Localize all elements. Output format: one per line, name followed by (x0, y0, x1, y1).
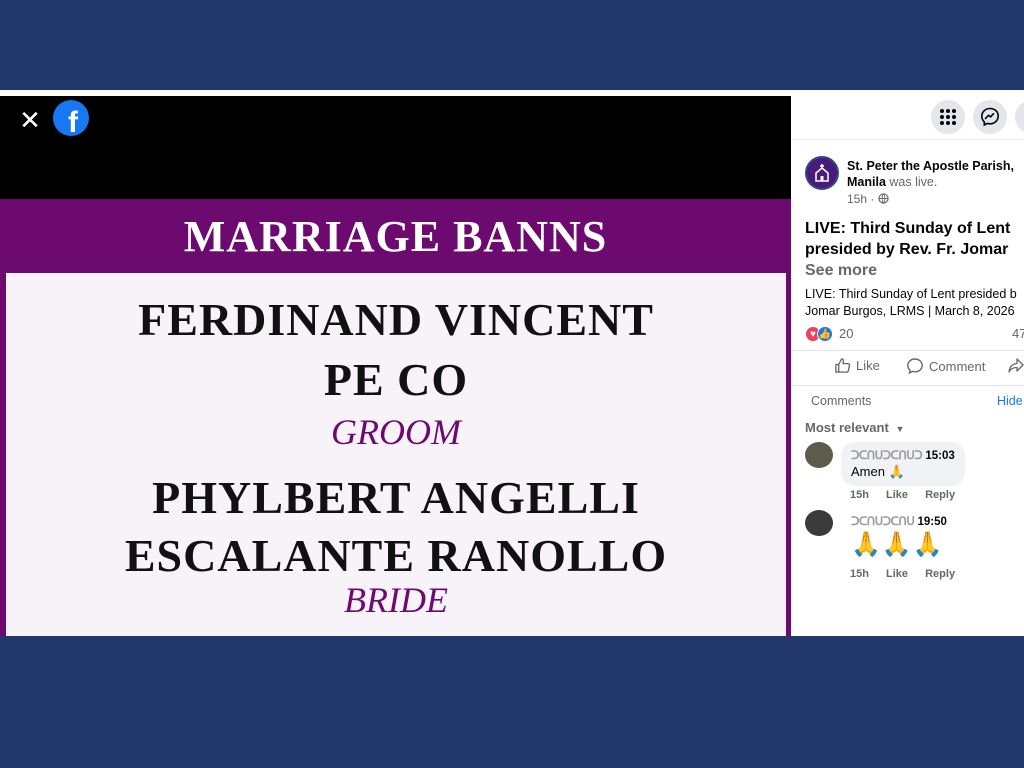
close-icon[interactable]: ✕ (16, 106, 44, 134)
comment-sort-dropdown[interactable]: Most relevant ▼ (805, 420, 904, 435)
thumbs-up-icon (835, 358, 851, 373)
sort-label: Most relevant (805, 420, 889, 435)
messenger-button[interactable] (973, 100, 1007, 134)
commenter-avatar[interactable] (805, 510, 833, 536)
caret-down-icon: ▼ (895, 424, 905, 434)
post-action-bar: Like Comment (792, 350, 1024, 380)
comment-bubble: ᑐᑕᑎᑌᑐᑕᑎᑌᑐ 15:03 Amen 🙏 (841, 442, 965, 486)
post-side-panel: St. Peter the Apostle Parish, Manila was… (792, 90, 1024, 636)
comment-button[interactable]: Comment (906, 357, 985, 375)
page-avatar[interactable] (805, 156, 839, 190)
reaction-count: 20 (839, 326, 854, 341)
groom-name-line1: FERDINAND VINCENT (138, 294, 654, 345)
account-button[interactable] (1015, 100, 1024, 134)
comment-text: 🙏🙏🙏 (851, 531, 944, 558)
comment-label: Comment (929, 358, 986, 374)
comment-age: 15h (850, 568, 869, 580)
apps-menu-button[interactable] (931, 100, 965, 134)
comment-reply-link[interactable]: Reply (925, 489, 955, 501)
commenter-name-obscured[interactable]: ᑐᑕᑎᑌᑐᑕᑎᑌᑐ (851, 450, 923, 462)
commenter-name-line: ᑐᑕᑎᑌᑐᑕᑎᑌ 19:50 (851, 514, 947, 528)
grid-icon (940, 109, 956, 125)
hide-comments-link[interactable]: Hide (997, 394, 1023, 408)
comment-like-link[interactable]: Like (886, 568, 908, 580)
commenter-name-line: ᑐᑕᑎᑌᑐᑕᑎᑌᑐ 15:03 (851, 448, 955, 462)
headline-line2: presided by Rev. Fr. Jomar (805, 241, 1009, 258)
like-label: Like (856, 358, 880, 373)
bride-name-line2: ESCALANTE RANOLLO (124, 530, 668, 581)
groom-role: GROOM (331, 412, 461, 452)
like-reaction-icon: 👍 (817, 326, 833, 342)
banner-body: FERDINAND VINCENT PE CO GROOM PHYLBERT A… (6, 273, 786, 636)
live-status: was live. (889, 175, 938, 189)
bride-role: BRIDE (344, 580, 448, 620)
post-meta: 15h · (847, 192, 889, 206)
screen: ✕ f MARRIAGE BANNS FERDINAND VINCENT PE … (0, 90, 1024, 636)
post-header: St. Peter the Apostle Parish, Manila was… (805, 154, 1024, 210)
description-line2: Jomar Burgos, LRMS | March 8, 2026 (805, 304, 1015, 318)
post-time[interactable]: 15h · (847, 192, 874, 206)
groom-name-line2: PE CO (323, 354, 469, 405)
comment-text: Amen 🙏 (851, 464, 905, 479)
banner-title: MARRIAGE BANNS (183, 211, 608, 261)
comment-time-tag: 19:50 (917, 516, 947, 528)
banner-title-bar: MARRIAGE BANNS (0, 199, 791, 273)
bride-name-line1: PHYLBERT ANGELLI (152, 472, 640, 523)
comment-like-link[interactable]: Like (886, 489, 908, 501)
headline-line1: LIVE: Third Sunday of Lent (805, 220, 1011, 237)
post-headline: LIVE: Third Sunday of Lent presided by R… (805, 218, 1024, 260)
comment-age: 15h (850, 489, 869, 501)
share-icon (1008, 358, 1024, 373)
see-more-link[interactable]: See more (805, 262, 877, 280)
commenter-avatar[interactable] (805, 442, 833, 468)
comment-actions: 15h Like Reply (850, 568, 969, 580)
comments-heading: Comments (811, 394, 872, 408)
facebook-logo-letter: f (68, 106, 79, 136)
globe-icon (878, 193, 889, 204)
video-player[interactable]: ✕ f MARRIAGE BANNS FERDINAND VINCENT PE … (0, 96, 791, 636)
comment-reply-link[interactable]: Reply (925, 568, 955, 580)
facebook-logo-icon[interactable]: f (53, 100, 89, 136)
reactions-summary[interactable]: ♥ 👍 20 47 (805, 326, 1024, 346)
comment-count[interactable]: 47 (1012, 326, 1024, 341)
comment-body: ᑐᑕᑎᑌᑐᑕᑎᑌ 19:50 🙏🙏🙏 (851, 514, 947, 559)
church-icon (815, 164, 829, 182)
post-description: LIVE: Third Sunday of Lent presided b Jo… (805, 286, 1024, 320)
marriage-banns-banner: MARRIAGE BANNS FERDINAND VINCENT PE CO G… (0, 199, 791, 636)
comments-header: Comments Hide (792, 385, 1024, 411)
share-button[interactable] (1008, 357, 1024, 373)
messenger-icon (980, 107, 1000, 127)
like-button[interactable]: Like (834, 357, 880, 374)
panel-top-bar (792, 90, 1024, 140)
description-line1: LIVE: Third Sunday of Lent presided b (805, 287, 1017, 301)
page-name-line: St. Peter the Apostle Parish, Manila was… (847, 158, 1024, 190)
commenter-name-obscured[interactable]: ᑐᑕᑎᑌᑐᑕᑎᑌ (851, 516, 915, 528)
comment-time-tag: 15:03 (925, 450, 955, 462)
comment-bubble-icon (907, 358, 923, 375)
comment-actions: 15h Like Reply (850, 489, 969, 501)
